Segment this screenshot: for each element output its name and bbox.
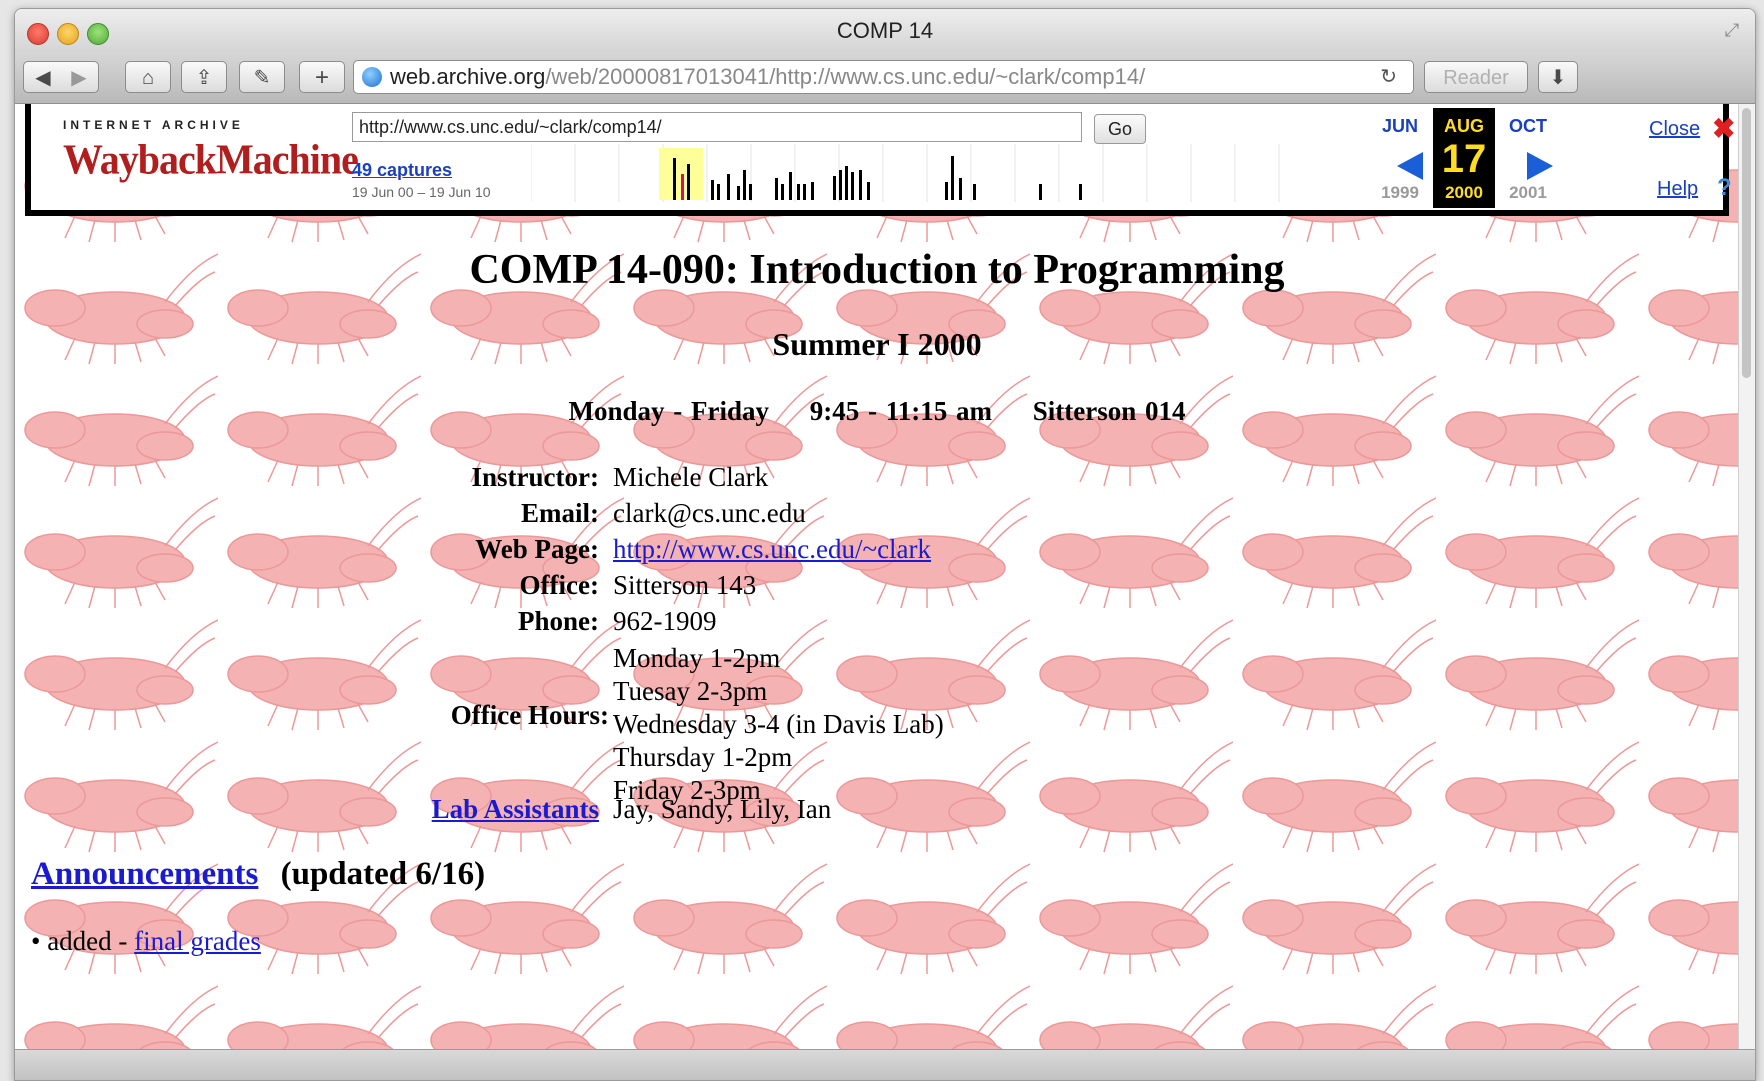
back-arrow-icon[interactable]: ◀ (25, 62, 61, 94)
office-hours-label: Office Hours: (450, 700, 609, 730)
add-bookmark-button[interactable]: + (299, 61, 345, 93)
minimize-window-button[interactable] (57, 23, 79, 45)
download-icon: ⬇ (1549, 67, 1567, 89)
month-current: AUG 17 2000 (1433, 108, 1495, 208)
address-bar[interactable]: web.archive.org/web/20000817013041/http:… (353, 60, 1414, 94)
forward-arrow-icon[interactable]: ▶ (61, 62, 97, 94)
zoom-window-button[interactable] (87, 23, 109, 45)
announcements-heading: Announcements (updated 6/16) (31, 856, 485, 893)
settings-button[interactable]: ✎ (239, 61, 285, 93)
lab-assistants-value: Jay, Sandy, Lily, Ian (613, 794, 832, 824)
close-window-button[interactable] (27, 23, 49, 45)
office-hours-item: Monday 1-2pm (613, 643, 781, 673)
instructor-value: Michele Clark (613, 462, 769, 492)
page-title: COMP 14-090: Introduction to Programming (469, 247, 1285, 293)
announcement-prefix: added - (47, 926, 128, 956)
captures-link[interactable]: 49 captures (352, 160, 452, 181)
scrollbar-thumb[interactable] (1742, 108, 1751, 378)
year-prev-label: 1999 (1381, 183, 1419, 202)
phone-value: 962-1909 (613, 606, 717, 636)
plus-icon: + (314, 64, 329, 91)
address-text: web.archive.org/web/20000817013041/http:… (390, 61, 1145, 93)
email-value: clark@cs.unc.edu (613, 498, 806, 528)
office-hours-list: Monday 1-2pm Tuesay 2-3pm Wednesday 3-4 … (613, 642, 944, 807)
downloads-button[interactable]: ⬇ (1538, 61, 1578, 93)
reader-button[interactable]: Reader (1424, 61, 1528, 93)
home-icon: ⌂ (141, 67, 155, 89)
vertical-scrollbar[interactable] (1738, 104, 1755, 1050)
current-day: 17 (1441, 137, 1487, 181)
phone-label: Phone: (518, 606, 599, 636)
page-viewport[interactable]: INTERNET ARCHIVE WaybackMachine http://w… (15, 104, 1739, 1050)
wayback-close-link[interactable]: Close (1649, 118, 1700, 141)
wrench-icon: ✎ (253, 67, 271, 89)
share-icon: ⇪ (195, 67, 213, 89)
status-bar (15, 1049, 1755, 1080)
month-next-label: OCT (1509, 116, 1547, 136)
office-hours-item: Tuesay 2-3pm (613, 676, 768, 706)
share-button[interactable]: ⇪ (181, 61, 227, 93)
office-label: Office: (519, 570, 599, 600)
wayback-toolbar: INTERNET ARCHIVE WaybackMachine http://w… (25, 104, 1735, 216)
web-page-label: Web Page: (475, 534, 599, 564)
announcements-updated: (updated 6/16) (280, 856, 486, 892)
bullet-icon: • (31, 926, 41, 956)
title-bar: COMP 14 ⤢ (15, 9, 1755, 53)
url-host: web.archive.org (390, 64, 546, 89)
wayback-logo[interactable]: WaybackMachine (63, 135, 359, 184)
window-title: COMP 14 (836, 18, 934, 43)
captures-range: 19 Jun 00 – 19 Jun 10 (352, 184, 491, 200)
office-hours-item: Wednesday 3-4 (in Davis Lab) (613, 709, 944, 739)
home-button[interactable]: ⌂ (125, 61, 171, 93)
web-page-link[interactable]: http://www.cs.unc.edu/~clark (613, 534, 931, 565)
lab-assistants-link[interactable]: Lab Assistants (432, 794, 599, 825)
fullscreen-icon[interactable]: ⤢ (1721, 19, 1743, 41)
announcement-list-item: • added - final grades (31, 926, 261, 957)
class-schedule: Monday - Friday 9:45 - 11:15 am Sitterso… (15, 396, 1739, 427)
browser-window: COMP 14 ⤢ ◀ ▶ ⌂ ⇪ ✎ + web.archive.org/web… (14, 8, 1756, 1081)
schedule-room: Sitterson 014 (1032, 396, 1186, 426)
schedule-time: 9:45 - 11:15 am (809, 396, 992, 426)
office-value: Sitterson 143 (613, 570, 757, 600)
close-x-icon[interactable]: ✖ (1712, 112, 1735, 145)
wayback-url-input[interactable]: http://www.cs.unc.edu/~clark/comp14/ (352, 112, 1082, 142)
wayback-help-link[interactable]: Help (1657, 178, 1698, 201)
wayback-logo-top: INTERNET ARCHIVE (63, 118, 244, 132)
help-question-icon[interactable]: ? (1717, 174, 1732, 202)
office-hours-item: Thursday 1-2pm (613, 742, 793, 772)
year-current-label: 2000 (1445, 183, 1483, 202)
browser-toolbar: ◀ ▶ ⌂ ⇪ ✎ + web.archive.org/web/200008170… (15, 53, 1755, 104)
wayback-go-button[interactable]: Go (1094, 114, 1146, 144)
next-capture-arrow-icon[interactable] (1527, 152, 1553, 180)
reload-icon[interactable]: ↻ (1380, 61, 1397, 93)
capture-histogram[interactable] (531, 144, 1331, 202)
schedule-days: Monday - Friday (568, 396, 770, 426)
instructor-label: Instructor: (471, 462, 599, 492)
announcements-link[interactable]: Announcements (31, 856, 258, 892)
page-subtitle: Summer I 2000 (772, 326, 982, 362)
reader-label: Reader (1443, 67, 1509, 89)
previous-capture-arrow-icon[interactable] (1397, 152, 1423, 180)
month-current-label: AUG (1444, 116, 1484, 136)
month-prev-label: JUN (1381, 116, 1418, 136)
back-forward-buttons: ◀ ▶ (23, 61, 99, 93)
globe-icon (362, 67, 382, 87)
year-next-label: 2001 (1509, 183, 1547, 202)
url-path: /web/20000817013041/http://www.cs.unc.ed… (545, 64, 1146, 89)
final-grades-link[interactable]: final grades (134, 926, 261, 956)
email-label: Email: (521, 498, 599, 528)
